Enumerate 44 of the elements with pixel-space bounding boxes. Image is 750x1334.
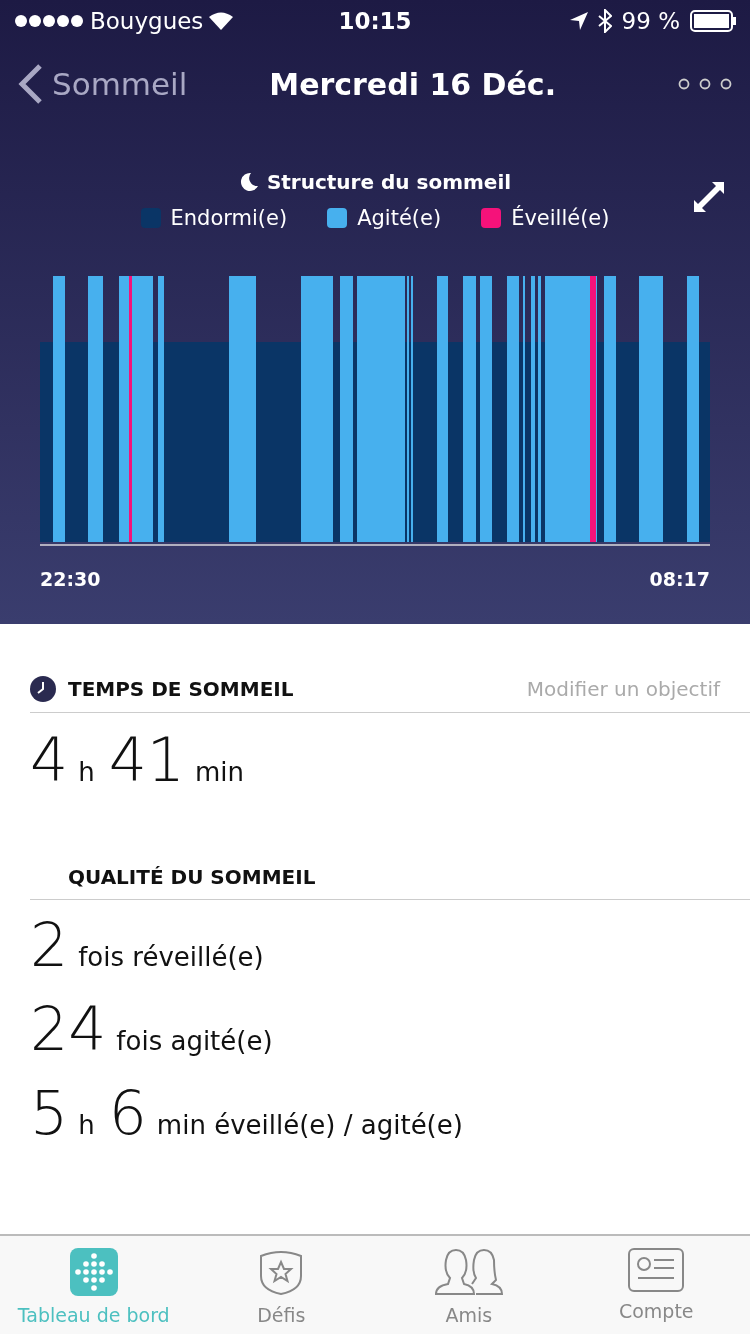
end-time: 08:17 [649,568,710,590]
stat-value: 6 [108,1078,147,1148]
chart-title: Structure du sommeil [266,170,512,194]
more-button[interactable] [678,78,732,90]
stat-value: 41 [108,725,186,795]
moon-icon [238,172,259,192]
stat-unit: h [78,1110,95,1140]
location-arrow-icon [569,12,588,30]
start-time: 22:30 [40,568,101,590]
dots-logo-icon [69,1248,118,1296]
stat-value: 5 [30,1078,69,1148]
edit-goal-link[interactable]: Modifier un objectif [526,677,720,701]
legend-label: Éveillé(e) [511,206,610,230]
section-heading: TEMPS DE SOMMEIL [68,677,295,701]
bluetooth-icon [597,9,612,33]
wifi-icon [209,12,234,30]
clock-time: 10:15 [338,8,412,34]
page-title: Mercredi 16 Déc. [268,66,558,102]
clock-icon [30,676,56,702]
people-icon [433,1248,504,1296]
legend-label: Agité(e) [357,206,442,230]
stat-value: 2 [30,910,69,980]
stat-unit: fois réveillé(e) [78,942,264,972]
signal-icon [14,14,84,28]
expand-icon [692,180,726,214]
tab[interactable]: Amis [375,1236,563,1334]
stat-unit: min éveillé(e) / agité(e) [156,1110,463,1140]
stat-unit: h [78,757,95,787]
id-card-icon [628,1248,685,1292]
chevron-left-icon [18,64,42,104]
stat-value: 4 [30,725,69,795]
tab[interactable]: Défis [187,1236,375,1334]
stat-unit: min [195,757,245,787]
tab[interactable]: Compte [562,1236,750,1334]
stat-value: 24 [30,994,107,1064]
stat-unit: fois agité(e) [116,1026,273,1056]
back-button[interactable]: Sommeil [18,64,188,104]
carrier-name: Bouygues [90,8,204,34]
section-heading: QUALITÉ DU SOMMEIL [67,865,317,889]
battery-percent: 99 % [621,8,680,34]
tab[interactable]: Tableau de bord [0,1236,188,1334]
more-dots-icon [678,78,732,90]
legend-label: Endormi(e) [170,206,288,230]
battery-icon [690,10,736,32]
